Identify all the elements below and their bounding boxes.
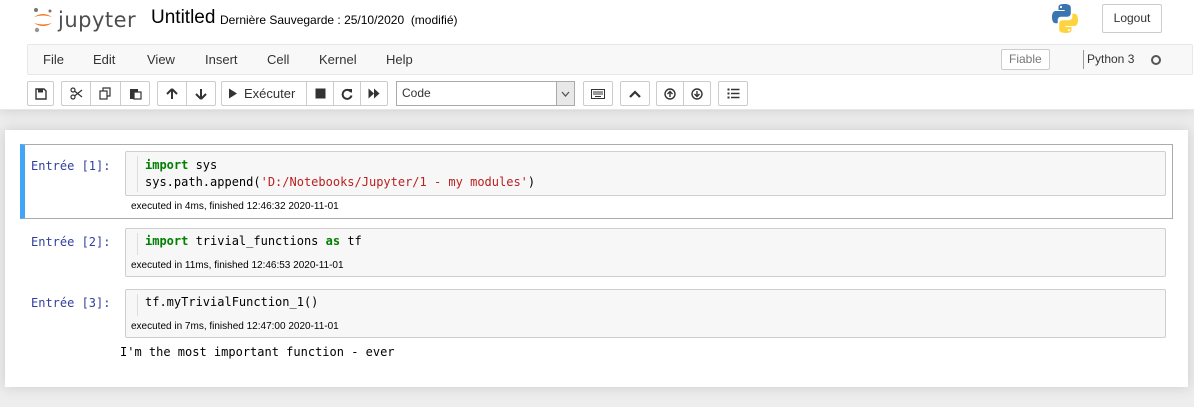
code-token: ) bbox=[527, 175, 536, 189]
menu-kernel[interactable]: Kernel bbox=[319, 45, 357, 74]
input-prompt: Entrée [3]: bbox=[31, 296, 111, 310]
execution-time: executed in 7ms, finished 12:47:00 2020-… bbox=[131, 321, 339, 332]
notebook-name[interactable]: Untitled bbox=[151, 7, 215, 29]
paste-icon bbox=[129, 89, 142, 100]
trusted-notebook-indicator[interactable]: Fiable bbox=[1001, 49, 1050, 70]
code-token: tf bbox=[340, 234, 362, 248]
chevron-down-icon bbox=[556, 82, 574, 105]
menu-insert[interactable]: Insert bbox=[205, 45, 238, 74]
fast-forward-icon bbox=[368, 88, 380, 99]
save-icon bbox=[34, 87, 47, 100]
menu-view[interactable]: View bbox=[147, 45, 175, 74]
code-token: sys bbox=[188, 158, 218, 172]
circle-arrow-down-icon bbox=[691, 87, 703, 100]
stop-icon bbox=[315, 88, 325, 99]
code-token: import bbox=[145, 158, 189, 172]
copy-icon bbox=[99, 87, 111, 100]
code-line: sys.path.append('D:/Notebooks/Jupyter/1 … bbox=[145, 175, 535, 189]
code-input[interactable]: import sys sys.path.append('D:/Notebooks… bbox=[125, 151, 1166, 196]
logo-text: jupyter bbox=[58, 8, 137, 32]
jupyter-logo[interactable]: jupyter bbox=[32, 6, 136, 34]
jupyter-logo-icon bbox=[34, 8, 52, 33]
play-icon bbox=[229, 88, 237, 99]
scissors-icon bbox=[69, 87, 82, 100]
code-cell[interactable]: Entrée [1]: import sys sys.path.append('… bbox=[20, 144, 1173, 219]
checkpoint-status: Dernière Sauvegarde : 25/10/2020 bbox=[220, 13, 405, 27]
logout-button[interactable]: Logout bbox=[1102, 4, 1162, 33]
code-gutter bbox=[137, 294, 138, 316]
run-button-group: Exécuter bbox=[221, 81, 388, 106]
notebook-container: Entrée [1]: import sys sys.path.append('… bbox=[5, 130, 1188, 387]
code-gutter bbox=[137, 156, 138, 192]
move-down-button[interactable] bbox=[186, 81, 216, 106]
cell-type-select[interactable]: Code bbox=[396, 81, 575, 106]
circle-arrow-up-icon bbox=[664, 87, 676, 100]
menu-file[interactable]: File bbox=[43, 45, 64, 74]
code-cell[interactable]: Entrée [3]: tf.myTrivialFunction_1() exe… bbox=[20, 288, 1173, 363]
kernel-separator bbox=[1083, 50, 1084, 69]
restart-icon bbox=[341, 88, 353, 100]
code-token: trivial_functions bbox=[188, 234, 326, 248]
kernel-idle-icon bbox=[1151, 55, 1161, 65]
input-prompt: Entrée [1]: bbox=[31, 159, 111, 173]
command-palette-button[interactable] bbox=[583, 81, 613, 106]
code-line: import trivial_functions as tf bbox=[145, 234, 362, 248]
run-button[interactable]: Exécuter bbox=[221, 81, 307, 106]
code-token: sys.path.append( bbox=[145, 175, 261, 189]
run-button-label: Exécuter bbox=[244, 86, 296, 101]
menu-cell[interactable]: Cell bbox=[267, 45, 289, 74]
code-input[interactable]: tf.myTrivialFunction_1() executed in 7ms… bbox=[125, 289, 1166, 338]
chevron-up-icon bbox=[629, 89, 641, 98]
scroll-down-button[interactable] bbox=[683, 81, 711, 106]
edit-button-group bbox=[61, 81, 150, 106]
arrow-down-icon bbox=[195, 88, 207, 100]
save-info: Dernière Sauvegarde : 25/10/2020 (modifi… bbox=[220, 13, 458, 27]
keyboard-icon bbox=[591, 88, 605, 99]
python-logo-icon bbox=[1052, 4, 1078, 33]
code-token: import bbox=[145, 234, 189, 248]
kernel-name: Python 3 bbox=[1087, 52, 1135, 66]
code-cell[interactable]: Entrée [2]: import trivial_functions as … bbox=[20, 227, 1173, 277]
code-gutter bbox=[137, 233, 138, 255]
menubar: File Edit View Insert Cell Kernel Help F… bbox=[27, 44, 1193, 75]
execution-time: executed in 11ms, finished 12:46:53 2020… bbox=[131, 260, 344, 271]
menu-edit[interactable]: Edit bbox=[93, 45, 115, 74]
move-button-group bbox=[157, 81, 216, 106]
code-line: import sys bbox=[145, 158, 217, 172]
code-token: 'D:/Notebooks/Jupyter/1 - my modules' bbox=[260, 175, 528, 189]
code-line: tf.myTrivialFunction_1() bbox=[145, 295, 318, 309]
interrupt-button[interactable] bbox=[306, 81, 334, 106]
copy-button[interactable] bbox=[90, 81, 121, 106]
collapse-button[interactable] bbox=[620, 81, 650, 106]
code-token: tf.myTrivialFunction_1() bbox=[145, 295, 319, 309]
navigate-button-group bbox=[656, 81, 711, 106]
move-up-button[interactable] bbox=[157, 81, 187, 106]
list-icon bbox=[727, 88, 739, 99]
table-of-contents-button[interactable] bbox=[718, 81, 748, 106]
code-input[interactable]: import trivial_functions as tf executed … bbox=[125, 228, 1166, 277]
cell-output: I'm the most important function - ever bbox=[120, 345, 395, 359]
restart-button[interactable] bbox=[333, 81, 361, 106]
autosave-status: (modifié) bbox=[410, 13, 458, 27]
input-prompt: Entrée [2]: bbox=[31, 235, 111, 249]
paste-button[interactable] bbox=[120, 81, 150, 106]
cell-type-value: Code bbox=[402, 86, 431, 100]
arrow-up-icon bbox=[166, 87, 178, 99]
restart-run-all-button[interactable] bbox=[360, 81, 388, 106]
save-button[interactable] bbox=[27, 81, 54, 106]
cut-button[interactable] bbox=[61, 81, 91, 106]
scroll-up-button[interactable] bbox=[656, 81, 684, 106]
code-token: as bbox=[325, 234, 341, 248]
execution-time: executed in 4ms, finished 12:46:32 2020-… bbox=[131, 201, 339, 212]
menu-help[interactable]: Help bbox=[386, 45, 413, 74]
